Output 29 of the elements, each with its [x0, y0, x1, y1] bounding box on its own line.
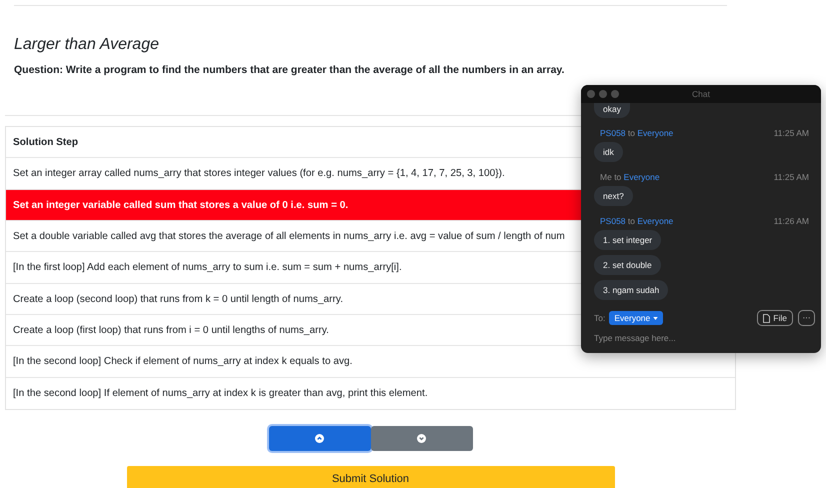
- problem-title: Larger than Average: [14, 35, 160, 55]
- file-button[interactable]: File: [757, 310, 793, 326]
- file-icon: [763, 314, 770, 322]
- sender-name: PS058: [600, 128, 626, 138]
- move-down-button[interactable]: [370, 426, 472, 452]
- message-bubble: 2. set double: [594, 255, 661, 275]
- recipient-name: Everyone: [624, 172, 660, 182]
- message-bubble: idk: [594, 142, 623, 162]
- message-bubble: 3. ngam sudah: [594, 280, 668, 300]
- more-button[interactable]: ···: [798, 310, 815, 326]
- recipient-dropdown[interactable]: Everyone: [609, 310, 664, 326]
- message-time: 11:25 AM: [774, 172, 809, 183]
- chevron-up-icon: [315, 434, 324, 444]
- question-text: Question: Write a program to find the numbers that are greater than the average of all the numbers in an array.: [14, 63, 566, 78]
- caret-icon: [653, 316, 658, 320]
- message-bubble: 1. set integer: [594, 230, 662, 250]
- move-up-button[interactable]: [268, 426, 370, 452]
- message-bubble: okay: [594, 103, 630, 118]
- window-title: Chat: [692, 89, 710, 99]
- message-bubble: next?: [594, 186, 633, 206]
- submit-button[interactable]: Submit Solution: [126, 466, 614, 488]
- message-time: 11:26 AM: [774, 216, 809, 227]
- message-time: 11:25 AM: [774, 128, 809, 139]
- to-text: to: [614, 172, 622, 182]
- solution-step-row[interactable]: [In the second loop] If element of nums_arry at index k is greater than avg, print this element.: [6, 378, 735, 410]
- to-text: to: [628, 128, 635, 138]
- sender-name: Me: [600, 172, 612, 182]
- recipient-name: Everyone: [637, 128, 674, 138]
- chevron-down-icon: [417, 434, 426, 444]
